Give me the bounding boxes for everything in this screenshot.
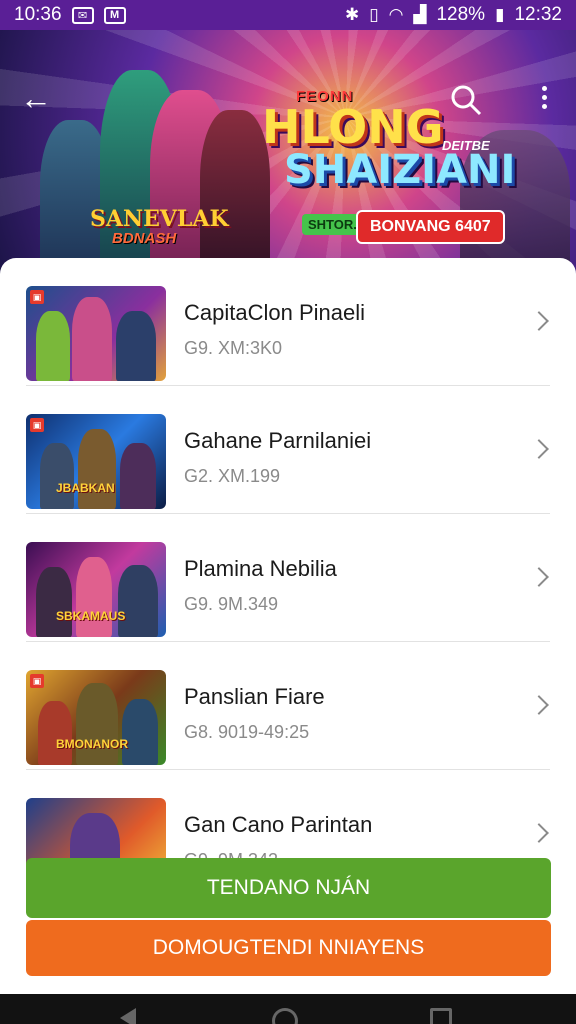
chevron-right-icon — [529, 567, 549, 587]
game-list: ▣ CapitaClon Pinaeli G9. XM:3K0 ▣ JBABKA… — [0, 258, 576, 898]
thumb-caption: SBKAMAUS — [56, 609, 126, 623]
thumb-character — [116, 311, 156, 381]
chevron-right-icon — [529, 695, 549, 715]
logo-title-line2: SHAIZIANI — [284, 147, 516, 193]
thumb-caption: BMONANOR — [56, 737, 128, 751]
item-title: CapitaClon Pinaeli — [184, 300, 365, 325]
thumb-character — [40, 443, 74, 509]
chevron-right-icon — [529, 823, 549, 843]
battery-level: 128% — [436, 4, 486, 25]
item-title: Gahane Parnilaniei — [184, 428, 372, 453]
list-item[interactable]: SBKAMAUS Plamina Nebilia G9. 9M.349 — [26, 514, 550, 642]
thumb-character — [76, 557, 112, 637]
back-arrow-icon[interactable]: ← — [20, 80, 60, 120]
game-thumbnail: ▣ JBABKAN — [26, 414, 166, 509]
status-time: 10:36 — [14, 4, 62, 25]
battery-icon: ▮ — [495, 5, 505, 24]
notification-icon: ✉ — [71, 6, 94, 24]
game-logo: FEONN HLONG SHAIZIANI DEITBE SHTOR. BONV… — [262, 88, 516, 244]
app-badge-icon: ▣ — [30, 674, 44, 688]
sub-logo: SANEVLAK — [90, 206, 229, 232]
vibrate-icon: ▯ — [369, 5, 379, 24]
thumb-character — [118, 565, 158, 637]
notification-icon-2: M — [103, 6, 126, 24]
nav-back-icon[interactable] — [120, 1008, 136, 1024]
thumb-caption: JBABKAN — [56, 481, 115, 495]
item-subtitle: G8. 9019-49:25 — [184, 722, 310, 742]
hero-character — [200, 110, 270, 280]
list-item[interactable]: ▣ BMONANOR Panslian Fiare G8. 9019-49:25 — [26, 642, 550, 770]
logo-badge-red: BONVANG 6407 — [356, 210, 505, 244]
item-subtitle: G2. XM.199 — [184, 466, 281, 486]
thumb-character — [38, 701, 72, 765]
app-badge-icon: ▣ — [30, 418, 44, 432]
secondary-action-button[interactable]: DOMOUGTENDI NNIAYENS — [26, 920, 551, 976]
list-item[interactable]: ▣ CapitaClon Pinaeli G9. XM:3K0 — [26, 258, 550, 386]
status-bar: 10:36 ✉ M ✱ ▯ ◠ ▟ 128% ▮ 12:32 — [0, 0, 576, 30]
signal-icon: ▟ — [413, 5, 427, 24]
thumb-character — [36, 311, 70, 381]
logo-badge-green: SHTOR. — [302, 214, 363, 235]
primary-action-button[interactable]: TENDANO NJÁN — [26, 858, 551, 918]
thumb-character — [36, 567, 72, 637]
status-clock: 12:32 — [514, 4, 562, 25]
system-nav-bar — [0, 994, 576, 1024]
thumb-character — [72, 297, 112, 381]
game-thumbnail: ▣ — [26, 286, 166, 381]
bluetooth-icon: ✱ — [344, 5, 360, 24]
nav-recents-icon[interactable] — [430, 1008, 452, 1024]
game-list-sheet: ▣ CapitaClon Pinaeli G9. XM:3K0 ▣ JBABKA… — [0, 258, 576, 994]
item-title: Gan Cano Parintan — [184, 812, 373, 837]
item-subtitle: G9. XM:3K0 — [184, 338, 283, 358]
chevron-right-icon — [529, 311, 549, 331]
chevron-right-icon — [529, 439, 549, 459]
nav-home-icon[interactable] — [272, 1008, 298, 1024]
list-item[interactable]: ▣ JBABKAN Gahane Parnilaniei G2. XM.199 — [26, 386, 550, 514]
more-options-icon[interactable] — [534, 82, 554, 118]
thumb-character — [78, 429, 116, 509]
sub-logo-2: BDNASH — [112, 230, 177, 247]
item-title: Plamina Nebilia — [184, 556, 337, 581]
game-thumbnail: ▣ BMONANOR — [26, 670, 166, 765]
thumb-character — [120, 443, 156, 509]
logo-tag: DEITBE — [442, 138, 490, 153]
hero-banner: ← FEONN HLONG SHAIZIANI DEITBE SHTOR. BO… — [0, 30, 576, 280]
thumb-character — [122, 699, 158, 765]
item-subtitle: G9. 9M.349 — [184, 594, 279, 614]
thumb-character — [76, 683, 118, 765]
game-thumbnail: SBKAMAUS — [26, 542, 166, 637]
item-title: Panslian Fiare — [184, 684, 325, 709]
app-badge-icon: ▣ — [30, 290, 44, 304]
wifi-icon: ◠ — [388, 5, 404, 24]
